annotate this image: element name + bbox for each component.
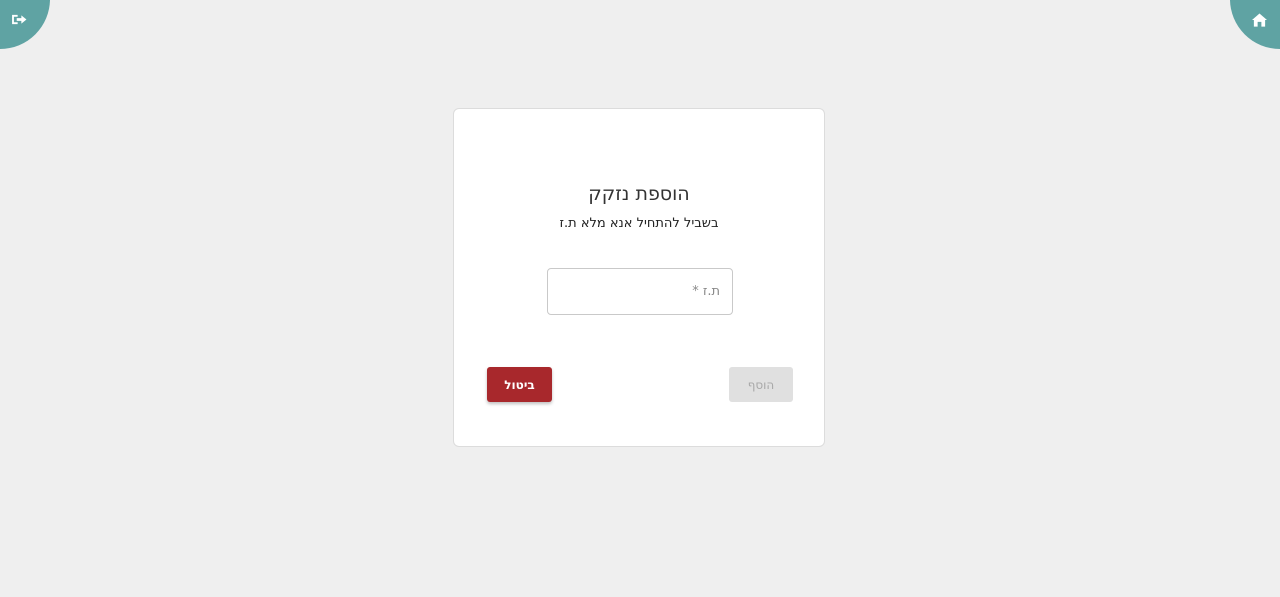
id-input[interactable] — [548, 269, 732, 314]
home-button[interactable] — [1230, 0, 1280, 49]
add-button[interactable]: הוסף — [729, 367, 793, 402]
add-needy-dialog: הוספת נזקק בשביל להתחיל אנא מלא ת.ז הוסף… — [453, 108, 825, 447]
dialog-subtitle: בשביל להתחיל אנא מלא ת.ז — [559, 216, 719, 231]
sign-out-icon — [12, 14, 27, 25]
id-field — [547, 268, 733, 315]
logout-button[interactable] — [0, 0, 50, 49]
home-icon — [1252, 13, 1267, 27]
cancel-button[interactable]: ביטול — [487, 367, 552, 402]
dialog-title: הוספת נזקק — [588, 183, 690, 205]
